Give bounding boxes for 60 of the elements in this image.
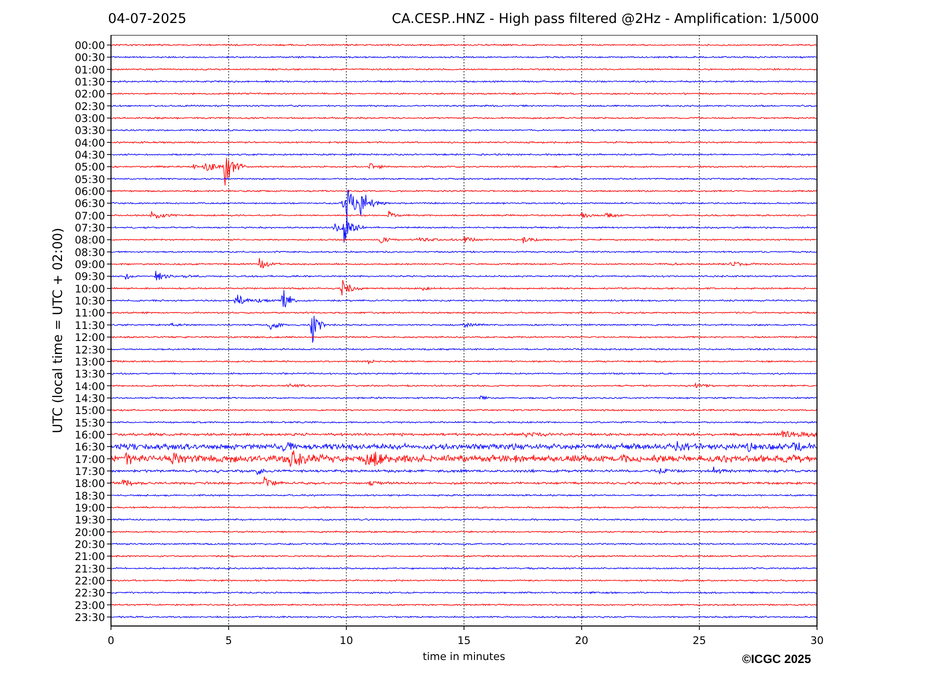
tick-label: 16:30 [74,442,105,454]
tick-label: 09:00 [74,259,105,272]
tick-label: 19:30 [74,514,105,527]
tick-label: 14:30 [74,392,105,405]
tick-label: 13:00 [74,356,105,368]
x-axis-label: time in minutes [422,651,506,663]
tick-label: 22:00 [74,575,105,588]
tick-label: 11:00 [74,308,105,320]
tick-label: 17:30 [74,466,105,478]
tick-label: 17:00 [74,454,105,466]
tick-label: 15 [457,635,471,647]
tick-label: 16:00 [74,429,105,442]
tick-label: 21:30 [74,563,105,576]
tick-label: 14:00 [74,380,105,393]
tick-label: 05:00 [74,162,105,174]
tick-label: 12:00 [74,332,105,344]
tick-label: 10:00 [74,283,105,296]
tick-label: 11:30 [74,320,105,332]
tick-label: 09:30 [74,271,105,284]
tick-label: 10:30 [74,296,105,308]
tick-label: 20 [574,635,588,647]
tick-label: 04:30 [74,150,105,162]
tick-label: 07:00 [74,210,105,222]
tick-label: 19:00 [74,502,105,514]
tick-label: 04:00 [74,137,105,150]
tick-label: 02:30 [74,100,105,113]
tick-label: 12:30 [74,344,105,356]
tick-label: 01:30 [74,76,105,88]
tick-label: 00:00 [74,40,105,52]
tick-label: 07:30 [74,222,105,235]
tick-label: 03:30 [74,125,105,138]
tick-label: 18:30 [74,490,105,502]
y-axis-label: UTC (local time = UTC + 02:00) [51,228,66,434]
tick-label: 21:00 [74,551,105,564]
tick-label: 20:30 [74,538,105,551]
tick-label: 18:00 [74,478,105,490]
tick-label: 08:00 [74,234,105,247]
tick-label: 23:30 [74,612,105,624]
tick-label: 5 [225,635,232,647]
tick-label: 06:00 [74,186,105,198]
copyright-label: ©ICGC 2025 [742,652,811,666]
tick-label: 02:00 [74,88,105,101]
tick-label: 00:30 [74,52,105,64]
tick-label: 22:30 [74,588,105,600]
tick-label: 06:30 [74,198,105,210]
tick-label: 05:30 [74,174,105,186]
plot-title: CA.CESP..HNZ - High pass filtered @2Hz - Amplification: 1/5000 [392,11,819,27]
date-label: 04-07-2025 [108,11,186,27]
tick-label: 08:30 [74,246,105,259]
tick-label: 15:00 [74,405,105,418]
tick-label: 03:00 [74,113,105,126]
tick-label: 10 [340,635,354,647]
tick-label: 30 [810,635,824,647]
tick-label: 25 [692,635,706,647]
tick-label: 20:00 [74,526,105,539]
tick-label: 0 [108,635,114,647]
tick-label: 23:00 [74,600,105,612]
tick-label: 15:30 [74,417,105,430]
tick-label: 13:30 [74,368,105,381]
tick-label: 01:00 [74,64,105,76]
